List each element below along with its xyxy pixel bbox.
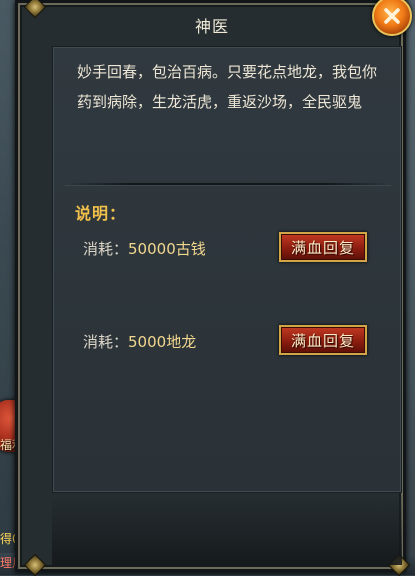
heal-option-row: 消耗： 5000地龙 满血回复 [83,325,383,357]
full-heal-dilong-button[interactable]: 满血回复 [279,325,367,355]
cost-text: 消耗： 5000地龙 [83,331,196,352]
dialog-footer-area [52,495,402,565]
cost-value: 50000古钱 [128,240,206,258]
description-heading: 说明： [75,204,127,223]
cost-label: 消耗： [83,240,129,258]
full-heal-coins-button[interactable]: 满血回复 [279,232,367,262]
healer-intro-text: 妙手回春，包治百病。只要花点地龙，我包你药到病除，生龙活虎，重返沙场，全民驱鬼 [77,63,378,111]
divider [65,183,391,185]
dialog-title-bar: 神医 [33,6,391,44]
cost-value: 5000地龙 [128,333,197,351]
healer-dialog: 神医 妙手回春，包治百病。只要花点地龙，我包你药到病除，生龙活虎，重返沙场，全民… [15,0,411,576]
close-x-icon [384,8,400,24]
cost-text: 消耗： 50000古钱 [83,238,206,259]
dialog-title: 神医 [194,17,229,36]
heal-option-row: 消耗： 50000古钱 满血回复 [83,232,383,264]
cost-label: 消耗： [83,333,129,351]
dialog-content-panel: 妙手回春，包治百病。只要花点地龙，我包你药到病除，生龙活虎，重返沙场，全民驱鬼 … [52,46,402,493]
